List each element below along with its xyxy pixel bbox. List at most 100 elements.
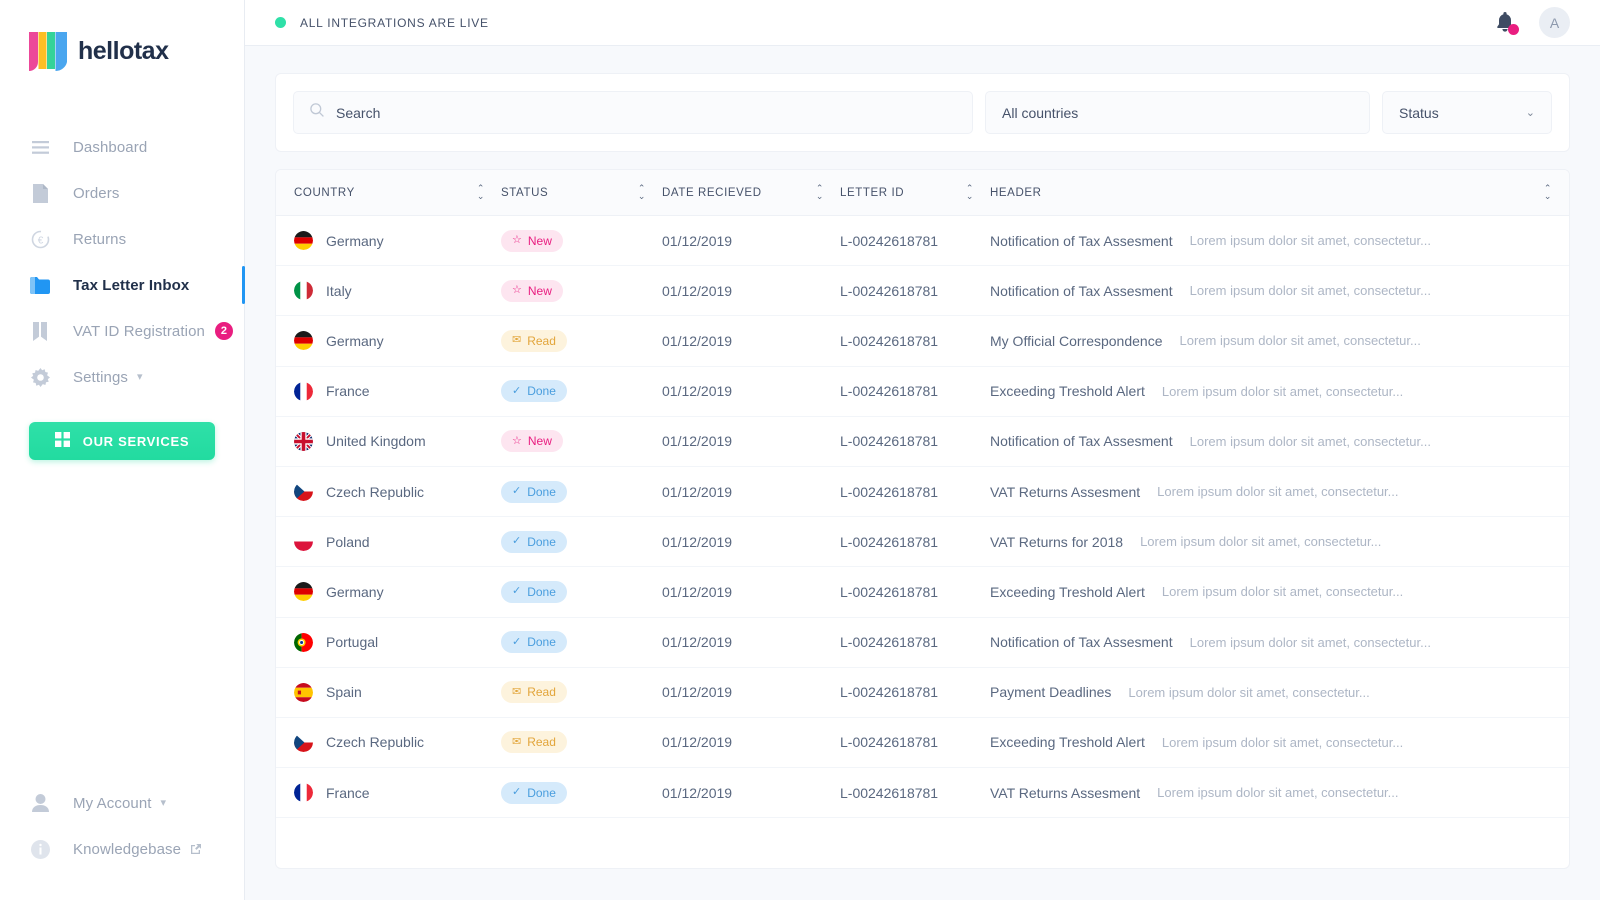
sort-toggle-icon[interactable]: ⌃ ⌄	[1544, 184, 1552, 200]
country-name: Portugal	[326, 634, 379, 651]
sidebar-item-label: Returns	[73, 230, 127, 248]
date-value: 01/12/2019	[662, 282, 733, 299]
table-row[interactable]: Czech Republic ✉ Read 01/12/2019 L-002426187…	[276, 718, 1569, 769]
cell-status: ✓ Done	[501, 480, 662, 503]
our-services-button[interactable]: OUR SERVICES	[29, 422, 215, 460]
sort-toggle-icon[interactable]: ⌃ ⌄	[816, 184, 824, 200]
status-filter-select[interactable]: Status ⌄	[1382, 91, 1552, 134]
sidebar-item-knowledgebase[interactable]: Knowledgebase	[0, 826, 244, 872]
table-row[interactable]: France ✓ Done 01/12/2019 L-00242618781 Exceed…	[276, 367, 1569, 417]
cell-date-recieved: 01/12/2019	[662, 433, 840, 449]
country-filter-value: All countries	[1002, 104, 1079, 121]
cell-status: ✓ Done	[501, 380, 662, 403]
status-label: Read	[527, 333, 556, 348]
sidebar-item-vat-id-registration[interactable]: VAT ID Registration 2	[0, 308, 244, 354]
flag-icon-cz	[294, 732, 313, 752]
sort-toggle-icon[interactable]: ⌃ ⌄	[966, 184, 974, 200]
envelope-icon: ✉	[512, 735, 522, 748]
cell-date-recieved: 01/12/2019	[662, 634, 840, 650]
country-name: Czech Republic	[326, 483, 425, 500]
sort-toggle-icon[interactable]: ⌃ ⌄	[477, 184, 485, 200]
search-field[interactable]	[293, 91, 973, 134]
cell-country: Italy	[294, 281, 501, 301]
table-row[interactable]: France ✓ Done 01/12/2019 L-00242618781 VAT Re…	[276, 768, 1569, 819]
sidebar-item-label: My Account	[73, 794, 152, 812]
cell-letter-id: L-00242618781	[840, 684, 990, 700]
status-label: ALL INTEGRATIONS ARE LIVE	[300, 15, 489, 30]
check-icon: ✓	[512, 384, 522, 397]
date-value: 01/12/2019	[662, 332, 733, 349]
avatar[interactable]: A	[1539, 7, 1570, 38]
notifications-button[interactable]	[1495, 11, 1519, 35]
status-label: Done	[527, 584, 556, 599]
table-row[interactable]: United Kingdom ☆ New 01/12/2019 L-0024261878…	[276, 417, 1569, 467]
sidebar-item-returns[interactable]: € Returns	[0, 216, 244, 262]
column-header-status[interactable]: STATUS ⌃ ⌄	[501, 184, 662, 200]
table-body: Germany ☆ New 01/12/2019 L-00242618781 Notifi…	[276, 216, 1569, 819]
cell-status: ✉ Read	[501, 681, 662, 704]
sort-toggle-icon[interactable]: ⌃ ⌄	[638, 184, 646, 200]
status-label: Done	[527, 484, 556, 499]
flag-icon-fr	[294, 381, 313, 401]
country-filter-select[interactable]: All countries	[985, 91, 1370, 134]
status-label: Done	[527, 785, 556, 800]
flag-icon-de	[294, 331, 313, 351]
sidebar-item-my-account[interactable]: My Account ▾	[0, 780, 244, 826]
cell-date-recieved: 01/12/2019	[662, 233, 840, 249]
our-services-label: OUR SERVICES	[82, 433, 190, 449]
check-icon: ✓	[512, 786, 522, 799]
column-header-header[interactable]: HEADER ⌃ ⌄	[990, 184, 1552, 200]
letter-preview: Lorem ipsum dolor sit amet, consectetur.…	[1179, 333, 1421, 349]
cell-status: ✓ Done	[501, 781, 662, 804]
check-icon: ✓	[512, 485, 522, 498]
table-row[interactable]: Germany ☆ New 01/12/2019 L-00242618781 Notifi…	[276, 216, 1569, 267]
sidebar-bottom-nav: My Account ▾ Knowledgebase	[0, 780, 244, 900]
table-row[interactable]: Germany ✓ Done 01/12/2019 L-00242618781 Excee…	[276, 567, 1569, 618]
column-header-letter-id[interactable]: LETTER ID ⌃ ⌄	[840, 184, 990, 200]
sidebar-item-settings[interactable]: Settings ▾	[0, 354, 244, 400]
cell-country: France	[294, 381, 501, 401]
table-row[interactable]: Portugal ✓ Done 01/12/2019 L-00242618781 Noti…	[276, 618, 1569, 668]
cell-letter-id: L-00242618781	[840, 785, 990, 801]
cell-letter-id: L-00242618781	[840, 433, 990, 449]
status-badge: ✓ Done	[501, 380, 567, 403]
flag-icon-es	[294, 682, 313, 702]
sidebar-item-tax-letter-inbox[interactable]: Tax Letter Inbox	[0, 262, 245, 308]
integrations-status: ALL INTEGRATIONS ARE LIVE	[275, 16, 489, 30]
filters-panel: All countries Status ⌄	[275, 73, 1570, 152]
date-value: 01/12/2019	[662, 433, 733, 450]
sidebar-item-label: VAT ID Registration	[73, 322, 205, 340]
cell-letter-id: L-00242618781	[840, 484, 990, 500]
status-badge: ✓ Done	[501, 781, 567, 804]
table-row[interactable]: Germany ✉ Read 01/12/2019 L-00242618781 My Of…	[276, 316, 1569, 367]
star-icon: ☆	[512, 434, 522, 447]
status-label: Read	[527, 685, 556, 700]
sidebar-item-orders[interactable]: Orders	[0, 170, 244, 216]
sidebar-item-label: Dashboard	[73, 138, 148, 156]
column-header-country[interactable]: COUNTRY ⌃ ⌄	[294, 184, 501, 200]
letter-preview: Lorem ipsum dolor sit amet, consectetur.…	[1189, 283, 1431, 299]
table-row[interactable]: Spain ✉ Read 01/12/2019 L-00242618781 Payment…	[276, 668, 1569, 718]
app-root: hellotax Dashboard Orders € Returns Tax …	[0, 0, 1600, 900]
status-badge: ✓ Done	[501, 480, 567, 503]
cell-header: Payment Deadlines Lorem ipsum dolor sit a…	[990, 684, 1552, 700]
table-header-row: COUNTRY ⌃ ⌄ STATUS ⌃ ⌄ DATE RECIEVED ⌃ ⌄ LE…	[276, 170, 1569, 216]
date-value: 01/12/2019	[662, 583, 733, 600]
country-name: Spain	[326, 684, 362, 701]
table-row[interactable]: Poland ✓ Done 01/12/2019 L-00242618781 VAT Re…	[276, 517, 1569, 568]
column-label: DATE RECIEVED	[662, 186, 762, 199]
cell-date-recieved: 01/12/2019	[662, 584, 840, 600]
menu-icon	[29, 136, 51, 158]
cell-date-recieved: 01/12/2019	[662, 785, 840, 801]
flag-icon-de	[294, 231, 313, 251]
column-header-date-recieved[interactable]: DATE RECIEVED ⌃ ⌄	[662, 184, 840, 200]
table-row[interactable]: Italy ☆ New 01/12/2019 L-00242618781 Notifica…	[276, 266, 1569, 317]
star-icon: ☆	[512, 234, 522, 247]
letter-title: Exceeding Treshold Alert	[990, 383, 1145, 400]
letter-title: VAT Returns Assesment	[990, 784, 1141, 801]
brand-logo[interactable]: hellotax	[0, 0, 244, 96]
sidebar-item-dashboard[interactable]: Dashboard	[0, 124, 244, 170]
cell-country: Spain	[294, 682, 501, 702]
table-row[interactable]: Czech Republic ✓ Done 01/12/2019 L-002426187…	[276, 467, 1569, 518]
search-input[interactable]	[336, 104, 956, 121]
